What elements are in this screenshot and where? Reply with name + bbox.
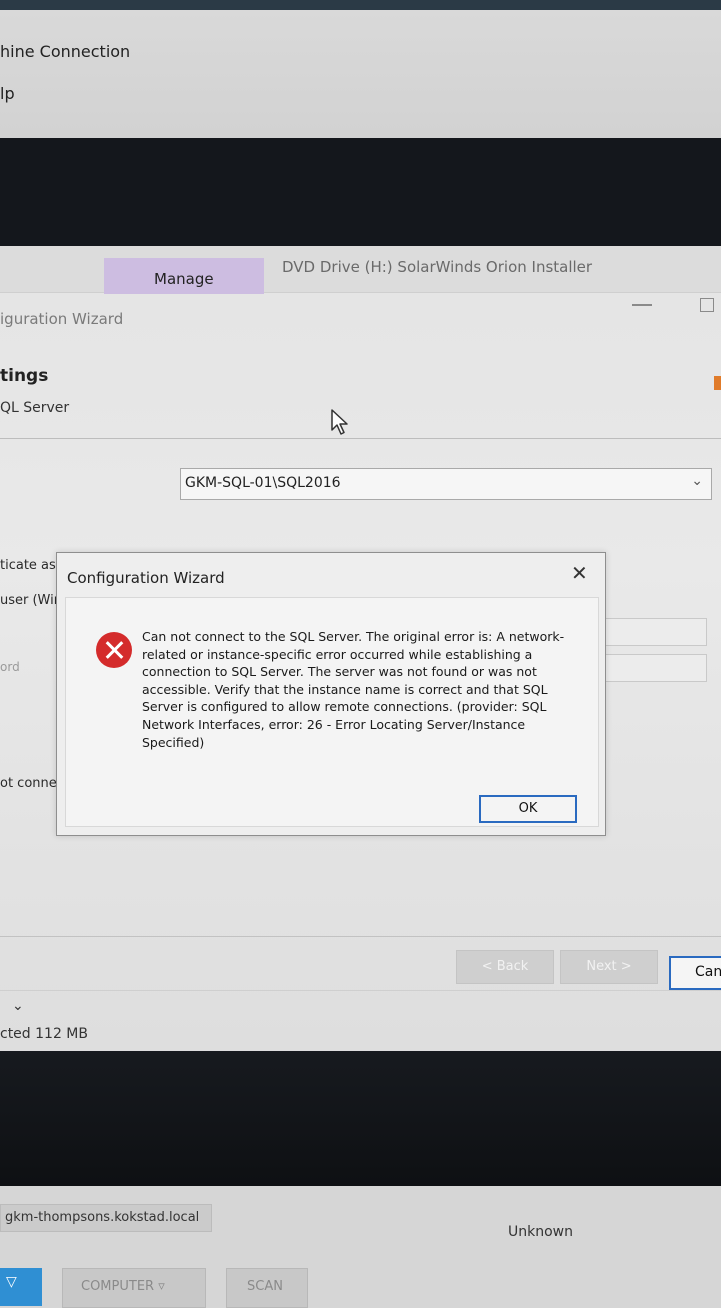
ok-button[interactable]: OK: [479, 795, 577, 823]
footer-divider: [0, 936, 721, 937]
chevron-down-icon: ▽: [6, 1274, 17, 1290]
maximize-button[interactable]: [700, 298, 714, 312]
explorer-ribbon: Manage DVD Drive (H:) SolarWinds Orion I…: [0, 246, 721, 294]
host-status: Unknown: [508, 1224, 573, 1240]
dialog-title: Configuration Wizard: [67, 569, 225, 587]
tab-manage-label: Manage: [154, 270, 214, 288]
next-button-label: Next >: [586, 959, 632, 974]
menu-machine-connection[interactable]: hine Connection: [0, 42, 130, 61]
accent-marker: [714, 376, 721, 390]
next-button[interactable]: Next >: [560, 950, 658, 984]
page-heading: tings: [0, 366, 49, 386]
ok-button-label: OK: [518, 801, 538, 816]
sql-server-value: GKM-SQL-01\SQL2016: [185, 475, 341, 491]
back-button-label: < Back: [481, 959, 529, 974]
host-name-text: gkm-thompsons.kokstad.local: [5, 1210, 200, 1225]
cancel-button-label: Can: [695, 964, 721, 980]
remote-titlebar: [0, 0, 721, 10]
dropdown-toggle-button[interactable]: ▽: [0, 1268, 42, 1306]
back-button[interactable]: < Back: [456, 950, 554, 984]
computer-button[interactable]: COMPUTER ▿: [62, 1268, 206, 1308]
username-field[interactable]: [600, 618, 707, 646]
minimize-button[interactable]: [632, 304, 652, 306]
selected-size-text: cted 112 MB: [0, 1026, 88, 1042]
windows-user-option[interactable]: user (Wir: [0, 593, 59, 608]
tab-manage[interactable]: Manage: [104, 258, 264, 294]
error-icon: [96, 632, 132, 668]
drive-title: DVD Drive (H:) SolarWinds Orion Installe…: [282, 258, 593, 276]
expand-chevron-icon[interactable]: ⌄: [12, 998, 24, 1014]
cancel-button[interactable]: Can: [669, 956, 721, 990]
close-icon[interactable]: ✕: [571, 561, 588, 585]
screen-gap: [0, 138, 721, 248]
mouse-cursor-icon: [331, 409, 348, 435]
wizard-window-title: iguration Wizard: [0, 310, 124, 328]
status-divider: [0, 990, 721, 991]
password-field[interactable]: [600, 654, 707, 682]
scan-button-label: SCAN: [247, 1279, 283, 1294]
header-divider: [0, 438, 721, 439]
error-dialog: Configuration Wizard ✕ Can not connect t…: [56, 552, 606, 836]
error-message: Can not connect to the SQL Server. The o…: [142, 629, 565, 750]
menu-help[interactable]: lp: [0, 84, 15, 103]
screen-gap-bottom: [0, 1051, 721, 1186]
chevron-down-icon: ⌄: [691, 473, 703, 489]
password-label: ord: [0, 660, 20, 674]
authenticate-label: ticate as: [0, 558, 56, 573]
host-name-field[interactable]: gkm-thompsons.kokstad.local: [0, 1204, 212, 1232]
dialog-body: Can not connect to the SQL Server. The o…: [65, 597, 599, 827]
scan-button[interactable]: SCAN: [226, 1268, 308, 1308]
sql-server-select[interactable]: GKM-SQL-01\SQL2016 ⌄: [180, 468, 712, 500]
remote-manager-panel: gkm-thompsons.kokstad.local Unknown ▽ CO…: [0, 1186, 721, 1308]
computer-button-label: COMPUTER ▿: [81, 1279, 165, 1294]
page-subheading: QL Server: [0, 400, 70, 416]
remote-app-window: hine Connection lp: [0, 10, 721, 138]
